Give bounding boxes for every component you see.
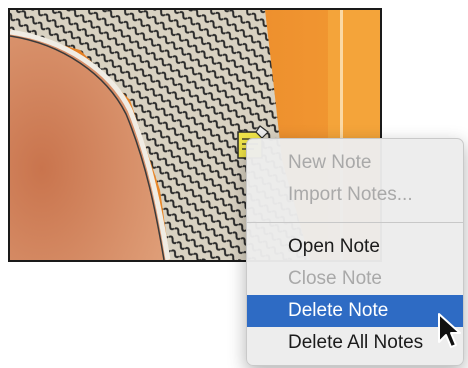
menu-item-new-note: New Note [288,152,372,173]
context-menu: New Note Import Notes... Open Note Close… [246,138,464,366]
menu-item-open-note[interactable]: Open Note [247,231,463,263]
menu-separator [247,222,463,223]
menu-item-close-note: Close Note [288,268,382,289]
menu-item-delete-note[interactable]: Delete Note [247,295,463,327]
menu-item-import-notes: Import Notes... [288,184,413,205]
arrow-cursor-icon [437,312,463,350]
menu-item-delete-all-notes[interactable]: Delete All Notes [247,327,463,359]
